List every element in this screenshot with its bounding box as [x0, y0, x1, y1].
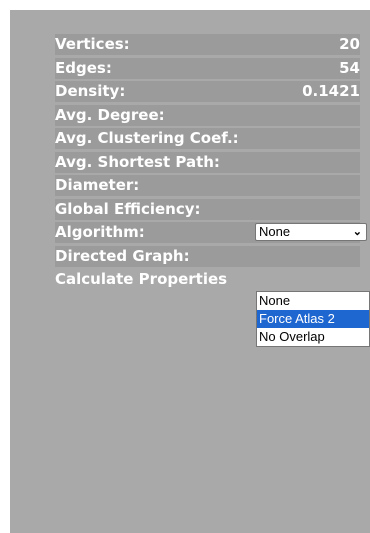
algorithm-dropdown-list: None Force Atlas 2 No Overlap [256, 291, 370, 347]
algorithm-option-none[interactable]: None [257, 292, 369, 310]
algorithm-option-force-atlas-2[interactable]: Force Atlas 2 [257, 310, 369, 328]
calculate-properties-button[interactable]: Calculate Properties [55, 269, 227, 290]
edges-row: Edges: 54 [55, 57, 360, 79]
edges-label: Edges: [55, 58, 112, 77]
vertices-row: Vertices: 20 [55, 34, 360, 55]
avg-degree-row: Avg. Degree: [55, 104, 360, 126]
avg-degree-label: Avg. Degree: [55, 105, 165, 124]
directed-graph-label: Directed Graph: [55, 246, 190, 265]
calculate-properties-row[interactable]: Calculate Properties [55, 269, 360, 290]
chevron-down-icon: ⌄ [352, 226, 362, 238]
directed-graph-row: Directed Graph: [55, 245, 360, 267]
diameter-row: Diameter: [55, 175, 360, 196]
density-label: Density: [55, 82, 126, 100]
density-value: 0.1421 [302, 82, 360, 100]
algorithm-selected-value: None [259, 224, 291, 239]
global-efficiency-label: Global Efficiency: [55, 199, 201, 218]
algorithm-option-no-overlap[interactable]: No Overlap [257, 328, 369, 346]
graph-properties-list: Vertices: 20 Edges: 54 Density: 0.1421 A… [55, 34, 367, 293]
avg-clustering-label: Avg. Clustering Coef.: [55, 129, 239, 147]
algorithm-label: Algorithm: [55, 223, 145, 241]
global-efficiency-row: Global Efficiency: [55, 198, 360, 220]
avg-shortest-path-label: Avg. Shortest Path: [55, 152, 220, 171]
algorithm-row: Algorithm: None ⌄ [55, 222, 367, 243]
avg-shortest-path-row: Avg. Shortest Path: [55, 151, 360, 173]
algorithm-select[interactable]: None ⌄ [255, 223, 367, 241]
density-row: Density: 0.1421 [55, 81, 360, 102]
diameter-label: Diameter: [55, 176, 140, 194]
edges-value: 54 [339, 58, 360, 77]
vertices-label: Vertices: [55, 35, 130, 53]
avg-clustering-row: Avg. Clustering Coef.: [55, 128, 360, 149]
vertices-value: 20 [339, 35, 360, 53]
